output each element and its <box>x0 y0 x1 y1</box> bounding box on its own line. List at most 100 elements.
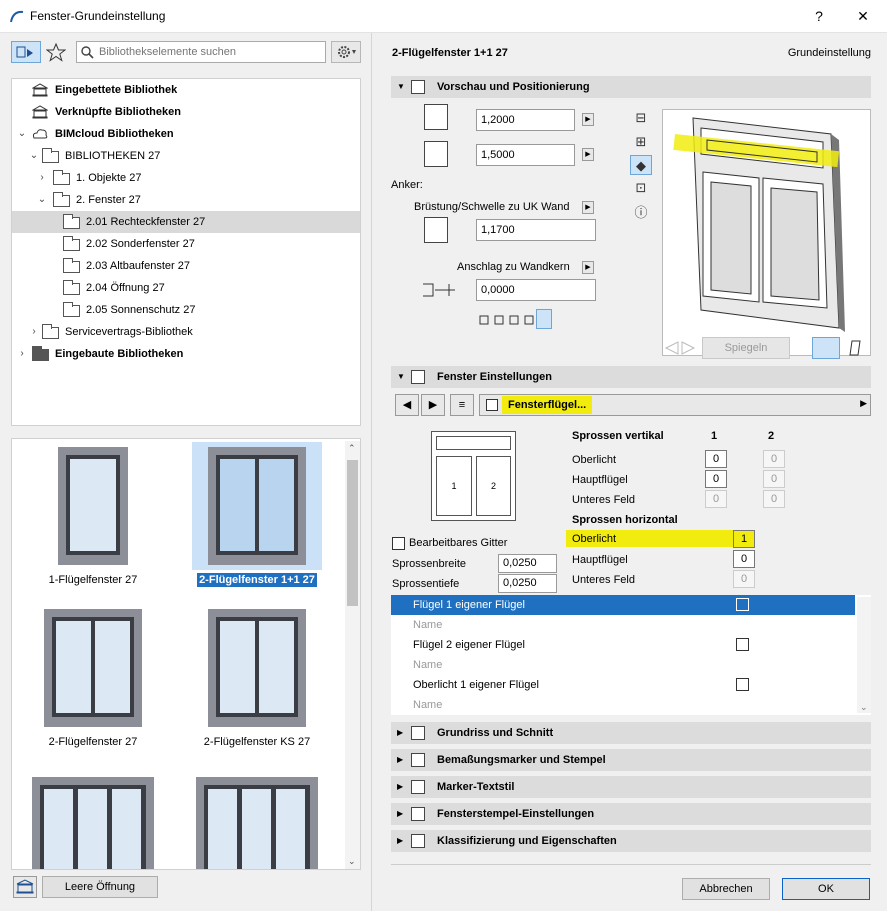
ok-button[interactable]: OK <box>782 878 870 900</box>
tree-item-servicevertrags[interactable]: › Servicevertrags-Bibliothek <box>12 321 360 343</box>
library-view-toggle-button[interactable] <box>11 41 41 63</box>
reveal-menu-arrow-icon[interactable]: ▶ <box>582 261 594 274</box>
vertical-transom-col1[interactable]: 0 <box>705 450 727 468</box>
window-thumbnail-icon <box>44 609 142 727</box>
chevron-down-icon[interactable]: ⌄ <box>29 145 39 167</box>
tree-item-objekte[interactable]: › 1. Objekte 27 <box>12 167 360 189</box>
help-button[interactable]: ? <box>808 6 830 26</box>
tree-item-oeffnung[interactable]: 2.04 Öffnung 27 <box>12 277 360 299</box>
chevron-right-icon[interactable]: › <box>17 343 27 365</box>
list-item-checkbox[interactable] <box>736 678 749 691</box>
section-stamp-header[interactable]: ▶ Fensterstempel-Einstellungen <box>391 803 871 825</box>
page-list-button[interactable]: ≡ <box>450 394 474 416</box>
tree-item-altbaufenster[interactable]: 2.03 Altbaufenster 27 <box>12 255 360 277</box>
next-page-button[interactable]: ▶ <box>421 394 445 416</box>
chevron-down-icon[interactable]: ⌄ <box>37 189 47 211</box>
3d-view-icon[interactable]: ◆ <box>630 155 652 175</box>
tree-item-embedded-library[interactable]: Eingebettete Bibliothek <box>12 79 360 101</box>
footer-divider <box>391 864 871 865</box>
plan-view-icon[interactable]: ⊟ <box>630 108 652 128</box>
mirror-button[interactable]: Spiegeln <box>702 337 790 359</box>
library-settings-button[interactable] <box>331 41 361 63</box>
elevation-view-icon[interactable]: ⊞ <box>630 132 652 152</box>
section-classify-header[interactable]: ▶ Klassifizierung und Eigenschaften <box>391 830 871 852</box>
opening-side-left-icon[interactable] <box>812 337 840 359</box>
library-manager-button[interactable] <box>13 876 37 898</box>
tree-item-bimcloud-libraries[interactable]: ⌄ BIMcloud Bibliotheken <box>12 123 360 145</box>
section-dimension-header[interactable]: ▶ Bemaßungsmarker und Stempel <box>391 749 871 771</box>
info-icon[interactable]: ⓘ <box>630 203 652 223</box>
chevron-right-icon[interactable]: › <box>29 321 39 343</box>
gallery-item-2-fluegel[interactable]: 2-Flügelfenster 27 <box>28 604 158 754</box>
tree-item-sonnenschutz[interactable]: 2.05 Sonnenschutz 27 <box>12 299 360 321</box>
vertical-row-label: Hauptflügel <box>572 474 628 486</box>
sill-field[interactable]: 1,1700 <box>476 219 596 241</box>
archicad-logo-icon <box>10 10 24 23</box>
tree-item-eingebaute[interactable]: › Eingebaute Bibliotheken <box>12 343 360 365</box>
sill-menu-arrow-icon[interactable]: ▶ <box>582 201 594 214</box>
list-item[interactable]: Flügel 2 eigener Flügel <box>391 635 855 655</box>
height-field[interactable]: 1,5000 <box>476 144 575 166</box>
favorites-star-icon[interactable] <box>45 42 68 62</box>
bar-depth-field[interactable]: 0,0250 <box>498 574 557 593</box>
horizontal-main-value[interactable]: 0 <box>733 550 755 568</box>
list-item[interactable]: Name <box>391 695 855 715</box>
tree-item-linked-libraries[interactable]: Verknüpfte Bibliotheken <box>12 101 360 123</box>
search-input[interactable] <box>97 44 322 60</box>
chevron-right-icon[interactable]: › <box>37 167 47 189</box>
column-2-header: 2 <box>768 430 775 442</box>
gallery-item-2-fluegel-1plus1[interactable]: 2-Flügelfenster 1+1 27 <box>192 442 322 592</box>
reveal-field[interactable]: 0,0000 <box>476 279 596 301</box>
prev-page-button[interactable]: ◀ <box>395 394 419 416</box>
tree-item-rechteckfenster[interactable]: 2.01 Rechteckfenster 27 <box>12 211 360 233</box>
page-selector[interactable]: Fensterflügel... ▶ <box>479 394 871 416</box>
close-button[interactable]: ✕ <box>852 6 874 26</box>
section-marker-header[interactable]: ▶ Marker-Textstil <box>391 776 871 798</box>
list-scrollbar[interactable]: ⌄ <box>857 597 871 713</box>
schematic-sash-1: 1 <box>436 456 472 516</box>
width-menu-arrow-icon[interactable]: ▶ <box>582 113 594 126</box>
width-field[interactable]: 1,2000 <box>476 109 575 131</box>
cancel-button[interactable]: Abbrechen <box>682 878 770 900</box>
horizontal-row-label: Hauptflügel <box>572 554 628 566</box>
opening-side-right-icon[interactable] <box>846 337 868 359</box>
gallery-item-3-fluegel[interactable] <box>28 777 158 869</box>
tree-item-bibliotheken-27[interactable]: ⌄ BIBLIOTHEKEN 27 <box>12 145 360 167</box>
gallery-scroll-thumb[interactable] <box>347 460 358 606</box>
scroll-down-icon[interactable]: ⌄ <box>348 856 356 867</box>
mullions-horizontal-label: Sprossen horizontal <box>572 514 678 526</box>
gallery-item-1-fluegel[interactable]: 1-Flügelfenster 27 <box>28 442 158 592</box>
mode-label: Grundeinstellung <box>787 47 871 59</box>
list-item[interactable]: Name <box>391 655 855 675</box>
list-item[interactable]: Oberlicht 1 eigener Flügel <box>391 675 855 695</box>
tree-item-sonderfenster[interactable]: 2.02 Sonderfenster 27 <box>12 233 360 255</box>
gallery-item-3-fluegel-b[interactable] <box>192 777 322 869</box>
editable-grid-checkbox[interactable] <box>392 537 405 550</box>
chevron-down-icon[interactable]: ⌄ <box>17 123 27 145</box>
section-floorplan-header[interactable]: ▶ Grundriss und Schnitt <box>391 722 871 744</box>
height-menu-arrow-icon[interactable]: ▶ <box>582 148 594 161</box>
section-view-icon[interactable]: ⊡ <box>630 178 652 198</box>
empty-opening-button[interactable]: Leere Öffnung <box>42 876 158 898</box>
list-item[interactable]: Name <box>391 615 855 635</box>
vertical-main-col1[interactable]: 0 <box>705 470 727 488</box>
list-item[interactable]: Flügel 1 eigener Flügel <box>391 595 855 615</box>
list-item-checkbox[interactable] <box>736 638 749 651</box>
list-item-checkbox[interactable] <box>736 598 749 611</box>
gallery-item-2-fluegel-ks[interactable]: 2-Flügelfenster KS 27 <box>192 604 322 754</box>
section-window-settings-header[interactable]: ▼ Fenster Einstellungen <box>391 366 871 388</box>
window-thumbnail-icon <box>58 447 128 565</box>
tree-item-fenster[interactable]: ⌄ 2. Fenster 27 <box>12 189 360 211</box>
gallery-item-label: 2-Flügelfenster 1+1 27 <box>197 573 317 587</box>
library-search[interactable] <box>76 41 326 63</box>
preview-icon <box>411 80 425 94</box>
vertical-row-label: Unteres Feld <box>572 494 635 506</box>
window-3d-preview <box>662 109 871 356</box>
scroll-down-icon[interactable]: ⌄ <box>860 702 868 713</box>
horizontal-transom-value[interactable]: 1 <box>733 530 755 548</box>
anchor-option-active-icon[interactable] <box>536 309 552 329</box>
bar-width-field[interactable]: 0,0250 <box>498 554 557 573</box>
folder-icon <box>53 170 70 185</box>
section-preview-header[interactable]: ▼ Vorschau und Positionierung <box>391 76 871 98</box>
scroll-up-icon[interactable]: ⌃ <box>348 443 356 454</box>
